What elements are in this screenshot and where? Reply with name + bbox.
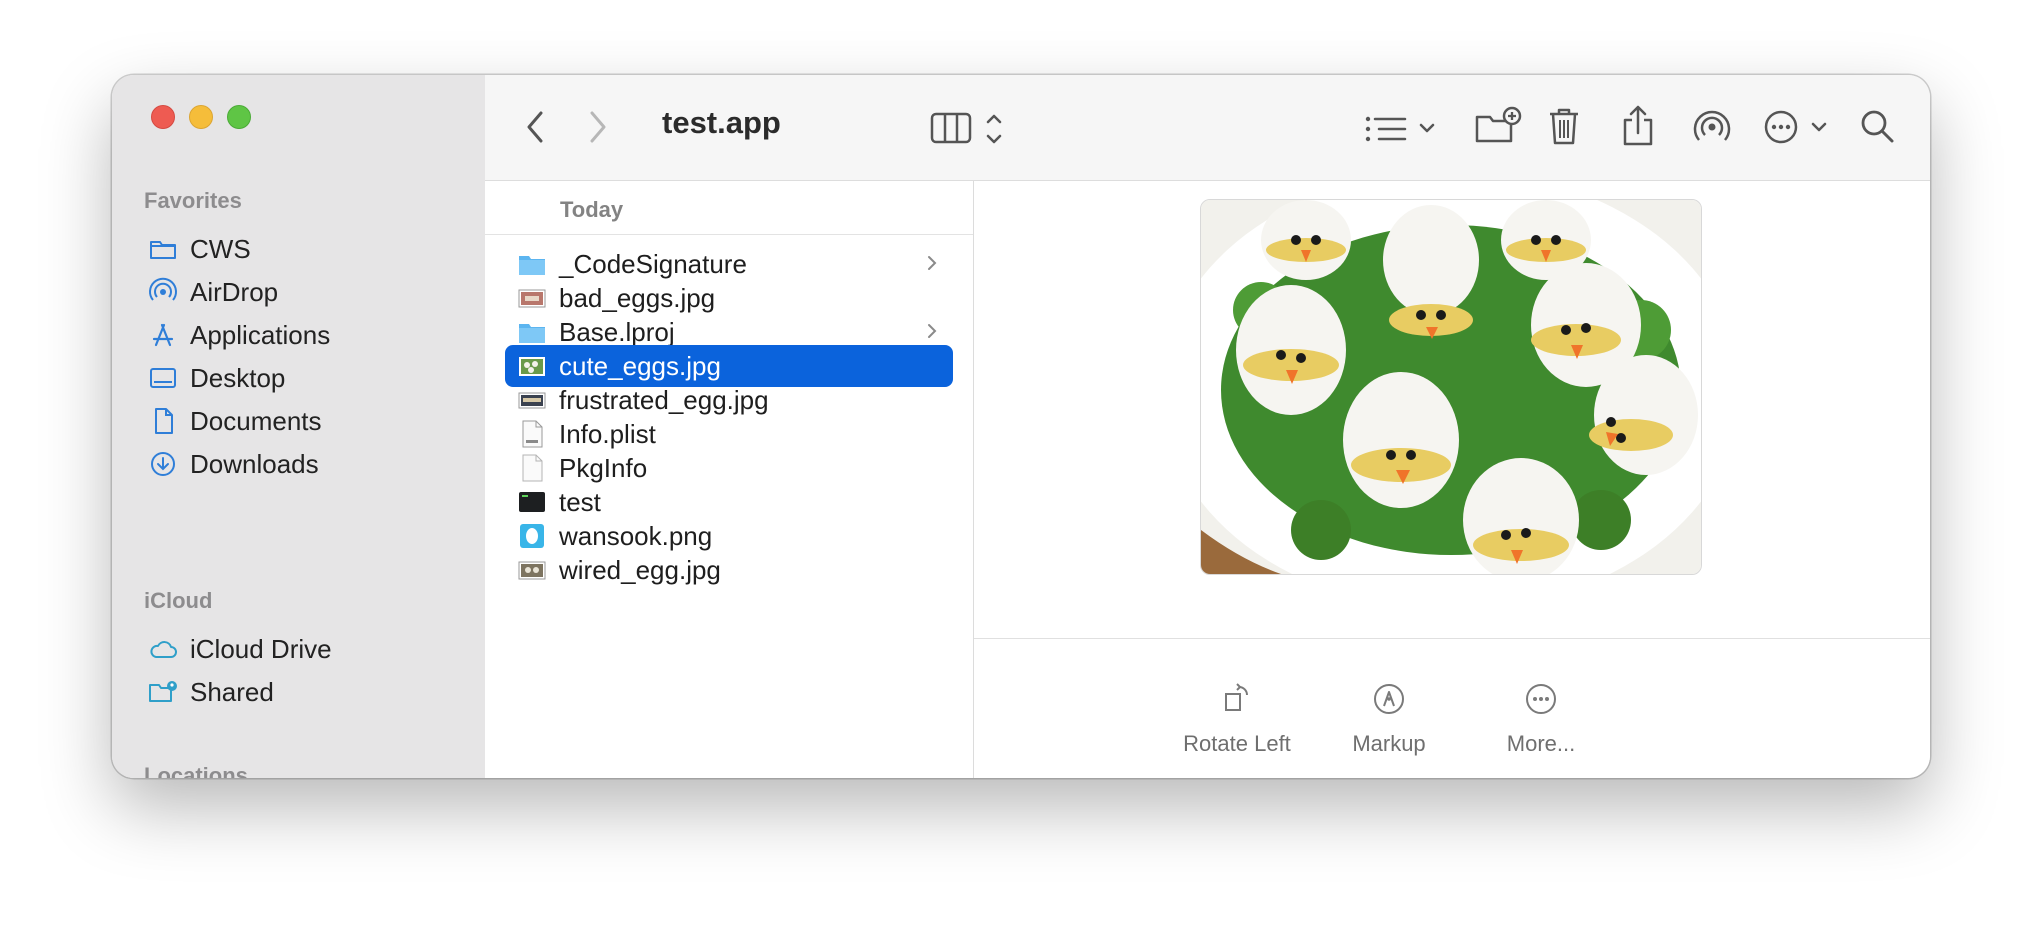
image-file-icon — [519, 357, 545, 376]
window-title: test.app — [662, 105, 781, 140]
new-folder-icon — [1475, 106, 1522, 143]
airdrop-icon — [1693, 110, 1731, 141]
sidebar-item-cws[interactable]: CWS — [148, 229, 251, 269]
file-name: test — [559, 486, 601, 517]
chevron-right-icon — [590, 111, 606, 143]
applications-icon — [152, 323, 174, 347]
download-icon — [151, 452, 175, 476]
chevron-right-icon — [928, 256, 937, 270]
view-mode-button[interactable] — [930, 109, 1010, 149]
preview-pane: Rotate Left Markup More... — [974, 181, 1930, 778]
sidebar-item-label: Shared — [190, 676, 274, 707]
forward-button[interactable] — [583, 107, 613, 147]
action-label: More... — [1506, 731, 1576, 756]
trash-icon — [1550, 108, 1578, 145]
file-name: bad_eggs.jpg — [559, 282, 716, 313]
markup-button[interactable]: Markup — [1314, 681, 1464, 757]
columns-view-icon — [930, 112, 1002, 144]
more-icon — [1526, 684, 1556, 714]
deviled-eggs-chicks-image — [1201, 200, 1701, 574]
sidebar: Favorites CWS AirDrop Applications Deskt… — [112, 75, 486, 778]
toolbar: test.app — [485, 75, 1930, 181]
file-list-column: Today _CodeSignature bad_eggs.jpg Base.l… — [485, 181, 974, 778]
sidebar-item-label: CWS — [190, 233, 251, 264]
image-file-icon — [518, 289, 546, 308]
more-button[interactable]: More... — [1466, 681, 1616, 757]
file-name: PkgInfo — [559, 452, 648, 483]
chevron-left-icon — [527, 111, 543, 143]
minimize-window-button[interactable] — [189, 105, 213, 129]
sidebar-item-desktop[interactable]: Desktop — [148, 358, 285, 398]
chevron-right-icon — [928, 324, 937, 338]
sidebar-item-label: Downloads — [190, 448, 319, 479]
group-by-button[interactable] — [1364, 109, 1444, 149]
sidebar-item-icloud-drive[interactable]: iCloud Drive — [148, 629, 332, 669]
file-name: cute_eggs.jpg — [559, 350, 721, 381]
action-label: Markup — [1352, 731, 1426, 756]
search-button[interactable] — [1856, 105, 1900, 149]
divider — [485, 234, 973, 235]
sidebar-section-icloud: iCloud — [144, 588, 213, 613]
sidebar-item-label: Documents — [190, 405, 322, 436]
file-name: Info.plist — [559, 418, 656, 449]
file-name: frustrated_egg.jpg — [559, 384, 769, 415]
sidebar-section-locations: Locations — [144, 763, 248, 778]
list-group-icon — [1365, 116, 1435, 142]
plist-file-icon — [522, 420, 543, 448]
share-icon — [1623, 105, 1653, 146]
folder-icon — [150, 241, 176, 259]
rotate-left-button[interactable]: Rotate Left — [1162, 681, 1312, 757]
document-icon — [155, 408, 173, 434]
folder-icon — [519, 324, 545, 343]
window-controls — [151, 105, 251, 129]
file-name: _CodeSignature — [559, 248, 747, 279]
close-window-button[interactable] — [151, 105, 175, 129]
file-name: wired_egg.jpg — [559, 554, 721, 585]
share-button[interactable] — [1620, 103, 1656, 149]
sidebar-item-documents[interactable]: Documents — [148, 401, 322, 441]
sidebar-item-airdrop[interactable]: AirDrop — [148, 272, 278, 312]
sidebar-section-favorites: Favorites — [144, 188, 242, 213]
file-name: wansook.png — [559, 520, 713, 551]
image-preview — [1200, 199, 1702, 575]
trash-button[interactable] — [1546, 105, 1582, 149]
rotate-left-icon — [1225, 683, 1248, 711]
zoom-window-button[interactable] — [227, 105, 251, 129]
markup-icon — [1374, 684, 1404, 714]
image-file-icon — [518, 561, 546, 580]
group-header: Today — [560, 197, 624, 222]
sidebar-item-label: Desktop — [190, 362, 286, 393]
image-file-icon — [518, 392, 546, 409]
sidebar-item-downloads[interactable]: Downloads — [148, 444, 319, 484]
folder-icon — [519, 256, 545, 275]
finder-window: Favorites CWS AirDrop Applications Deskt… — [112, 75, 1930, 778]
sidebar-item-label: AirDrop — [190, 276, 279, 307]
sidebar-item-label: Applications — [190, 319, 331, 350]
airdrop-button[interactable] — [1691, 105, 1733, 149]
cloud-icon — [150, 641, 177, 658]
desktop-icon — [150, 368, 176, 388]
shared-folder-icon — [149, 681, 177, 702]
airdrop-icon — [149, 277, 177, 301]
blank-document-icon — [522, 454, 543, 482]
image-file-icon — [520, 524, 544, 548]
file-row[interactable]: wired_egg.jpg — [505, 549, 953, 591]
sidebar-item-applications[interactable]: Applications — [148, 315, 330, 355]
file-name: Base.lproj — [559, 316, 675, 347]
new-folder-button[interactable] — [1474, 105, 1522, 149]
divider — [974, 638, 1930, 639]
sidebar-item-shared[interactable]: Shared — [148, 672, 274, 712]
sidebar-item-label: iCloud Drive — [190, 633, 332, 664]
action-label: Rotate Left — [1183, 731, 1291, 756]
back-button[interactable] — [520, 107, 550, 147]
executable-terminal-icon — [519, 492, 545, 512]
more-actions-button[interactable] — [1762, 107, 1846, 147]
search-icon — [1861, 110, 1894, 143]
ellipsis-circle-icon — [1764, 110, 1827, 144]
